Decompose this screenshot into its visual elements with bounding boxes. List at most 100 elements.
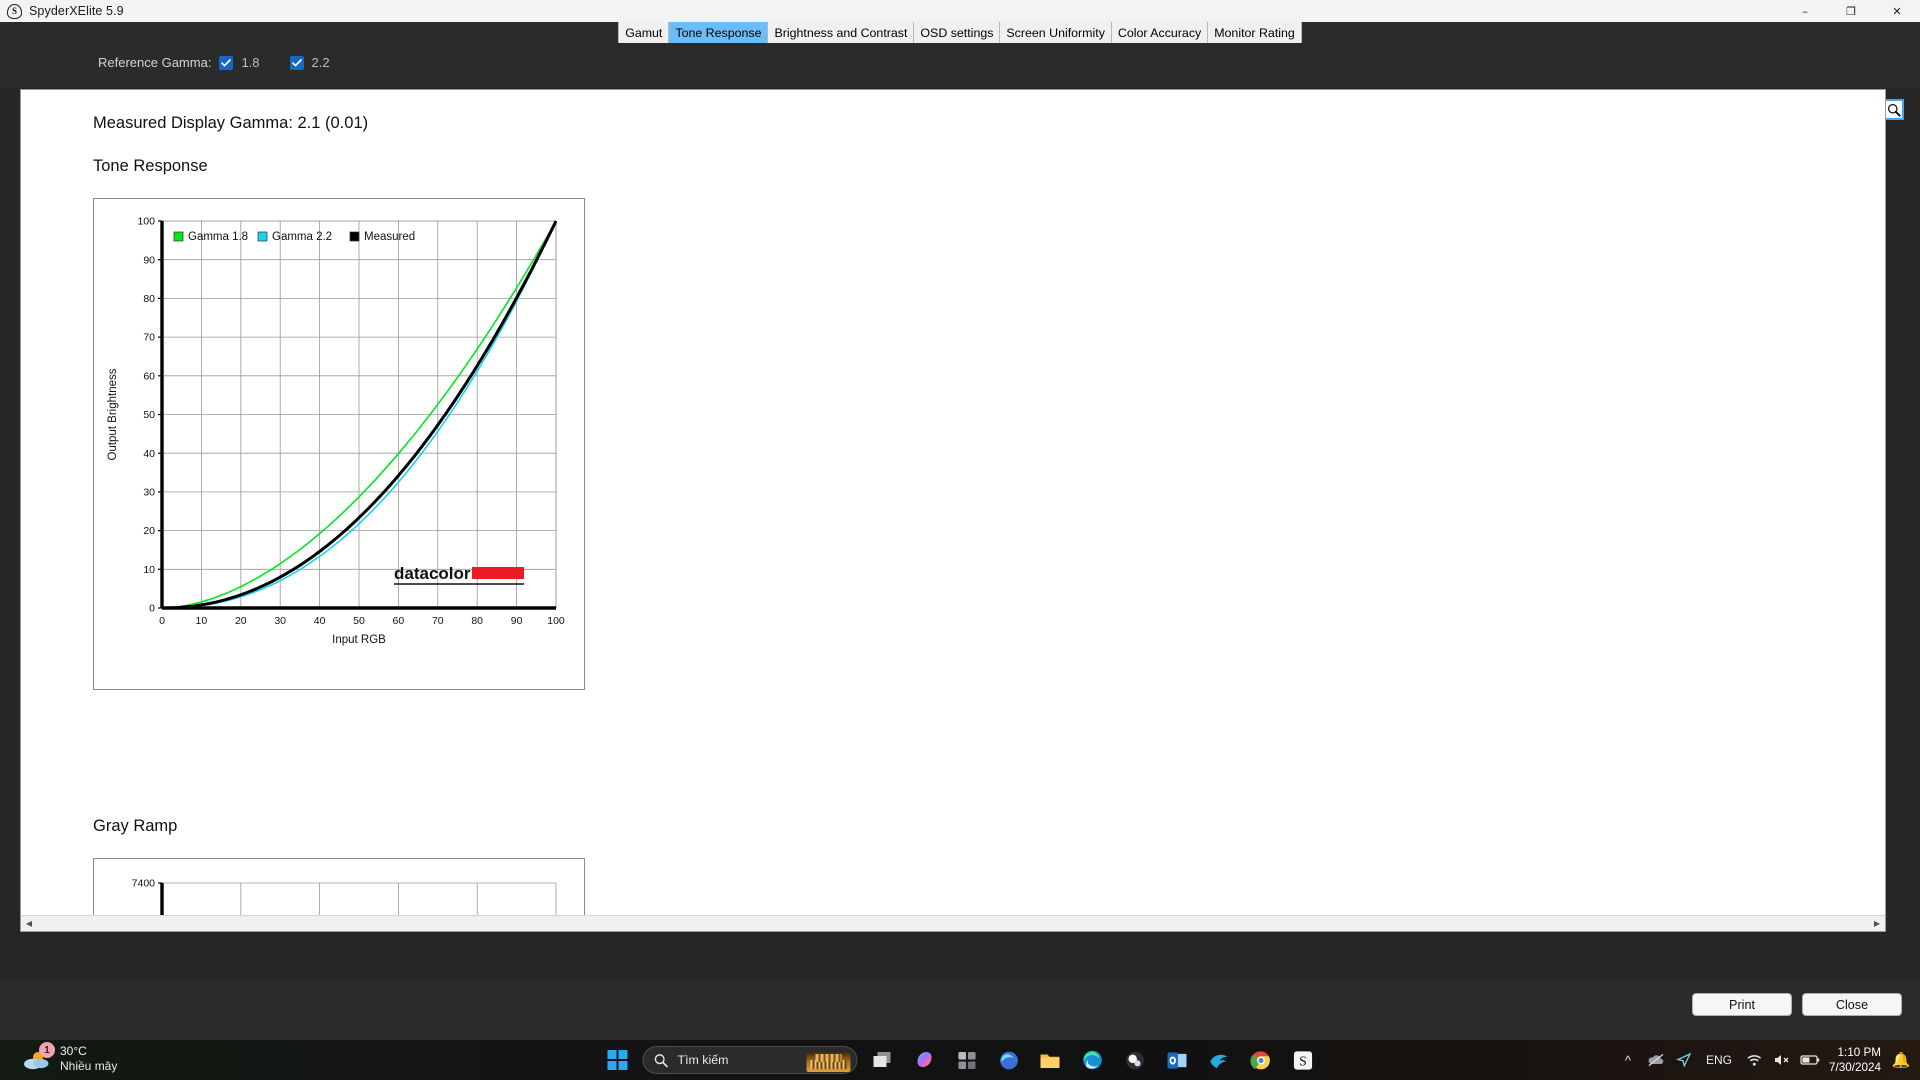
svg-text:40: 40 <box>314 615 326 627</box>
google-chrome-button[interactable] <box>1244 1043 1278 1077</box>
tab-gamut[interactable]: Gamut <box>618 22 670 43</box>
tone-response-plot: 0 10 20 30 40 50 60 70 80 90 100 0 10 20 30 40 50 60 70 80 9… <box>107 216 565 646</box>
window-title: SpyderXElite 5.9 <box>29 4 124 18</box>
volume-muted-icon[interactable] <box>1769 1040 1795 1080</box>
tone-response-heading: Tone Response <box>93 157 208 175</box>
clock[interactable]: 1:10 PM 7/30/2024 <box>1825 1045 1888 1075</box>
gamma-2.2-checkbox[interactable] <box>289 55 304 70</box>
clock-date: 7/30/2024 <box>1829 1061 1881 1074</box>
tab-tone-response[interactable]: Tone Response <box>669 22 769 43</box>
close-button[interactable]: Close <box>1802 993 1902 1016</box>
svg-text:70: 70 <box>432 615 444 627</box>
clock-time: 1:10 PM <box>1837 1046 1881 1059</box>
svg-text:90: 90 <box>511 615 523 627</box>
microsoft-edge-button[interactable] <box>1076 1043 1110 1077</box>
scroll-right-arrow[interactable]: ▶ <box>1869 916 1885 931</box>
outlook-button[interactable] <box>1160 1043 1194 1077</box>
minimize-button[interactable]: – <box>1782 0 1828 22</box>
file-explorer-icon <box>1040 1054 1060 1068</box>
tab-color-accuracy[interactable]: Color Accuracy <box>1111 22 1209 43</box>
thunderbird-button[interactable] <box>1202 1043 1236 1077</box>
scroll-left-arrow[interactable]: ◀ <box>21 916 37 931</box>
app-logo-letter: S <box>11 6 17 16</box>
app-logo-icon: S <box>7 3 22 19</box>
tone-response-chart: 0 10 20 30 40 50 60 70 80 90 100 0 10 20 30 40 50 60 70 80 9… <box>93 198 585 690</box>
edge-dev-icon <box>999 1051 1018 1069</box>
svg-text:30: 30 <box>143 487 155 499</box>
edge-dev-button[interactable] <box>992 1043 1026 1077</box>
onedrive-cloud-icon <box>1648 1053 1664 1067</box>
task-view-button[interactable] <box>866 1043 900 1077</box>
windows-taskbar: 1 30°C Nhiều mây Tìm kiếm S ^ ENG 1:10 P… <box>0 1040 1920 1080</box>
system-tray: ^ ENG 1:10 PM 7/30/2024 🔔 <box>1615 1040 1912 1080</box>
location-icon <box>1676 1052 1692 1068</box>
window-controls: – ❐ ✕ <box>1782 0 1920 22</box>
report-pane: Measured Display Gamma: 2.1 (0.01) Tone … <box>20 89 1886 932</box>
svg-text:80: 80 <box>471 615 483 627</box>
svg-text:90: 90 <box>143 254 155 266</box>
weather-badge: 1 <box>39 1042 55 1058</box>
tab-monitor-rating[interactable]: Monitor Rating <box>1208 22 1302 43</box>
start-button[interactable] <box>601 1043 635 1077</box>
check-icon <box>221 58 232 67</box>
cloud-icon: 1 <box>22 1042 55 1074</box>
search-highlight-image <box>806 1052 851 1072</box>
spyderx-button[interactable]: S <box>1286 1043 1320 1077</box>
copilot-button[interactable] <box>908 1043 942 1077</box>
search-placeholder: Tìm kiếm <box>677 1053 729 1067</box>
tab-screen-uniformity[interactable]: Screen Uniformity <box>1000 22 1112 43</box>
file-explorer-button[interactable] <box>1034 1043 1068 1077</box>
svg-text:60: 60 <box>143 370 155 382</box>
svg-text:100: 100 <box>547 615 565 627</box>
onedrive-offline-icon[interactable] <box>1643 1040 1669 1080</box>
svg-text:60: 60 <box>393 615 405 627</box>
dialog-footer: Print Close <box>0 980 1920 1040</box>
print-button[interactable]: Print <box>1692 993 1792 1016</box>
battery-icon[interactable] <box>1797 1040 1823 1080</box>
report-content: Measured Display Gamma: 2.1 (0.01) Tone … <box>21 90 1885 931</box>
widgets-button[interactable] <box>950 1043 984 1077</box>
svg-text:30: 30 <box>274 615 286 627</box>
close-window-button[interactable]: ✕ <box>1874 0 1920 22</box>
gamma-1.8-checkbox[interactable] <box>219 55 234 70</box>
outlook-icon <box>1167 1051 1186 1069</box>
chevron-up-icon[interactable]: ^ <box>1615 1040 1641 1080</box>
notification-bell-icon[interactable]: 🔔 <box>1890 1051 1912 1069</box>
weather-description: Nhiều mây <box>60 1059 118 1073</box>
svg-text:0: 0 <box>159 615 165 627</box>
gray-ramp-heading: Gray Ramp <box>93 817 178 835</box>
report-horizontal-scrollbar[interactable]: ◀ ▶ <box>21 915 1885 931</box>
svg-text:70: 70 <box>143 332 155 344</box>
svg-text:50: 50 <box>143 409 155 421</box>
measured-gamma-readout: Measured Display Gamma: 2.1 (0.01) <box>93 114 369 132</box>
location-arrow-icon[interactable] <box>1671 1040 1697 1080</box>
obs-studio-button[interactable] <box>1118 1043 1152 1077</box>
task-view-icon <box>873 1052 891 1067</box>
check-icon <box>291 58 302 67</box>
svg-text:Output Brightness: Output Brightness <box>107 368 119 460</box>
wifi-icon[interactable] <box>1741 1040 1767 1080</box>
tab-strip: Gamut Tone Response Brightness and Contras… <box>0 22 1920 43</box>
taskbar-center-group: Tìm kiếm S <box>601 1040 1320 1080</box>
tab-brightness-and-contrast[interactable]: Brightness and Contrast <box>768 22 915 43</box>
weather-temperature: 30°C <box>60 1044 87 1058</box>
google-chrome-icon <box>1250 1051 1270 1069</box>
svg-text:10: 10 <box>143 564 155 576</box>
zoom-reset-button[interactable] <box>1883 99 1904 120</box>
taskbar-search-box[interactable]: Tìm kiếm <box>642 1046 858 1074</box>
svg-text:Gamma 2.2: Gamma 2.2 <box>272 231 332 243</box>
obs-studio-icon <box>1125 1051 1144 1069</box>
weather-widget[interactable]: 1 30°C Nhiều mây <box>22 1042 117 1074</box>
magnifier-icon <box>1887 103 1901 117</box>
svg-text:7400: 7400 <box>132 878 156 890</box>
wifi-signal-icon <box>1747 1055 1761 1066</box>
tab-osd-settings[interactable]: OSD settings <box>914 22 1001 43</box>
maximize-button[interactable]: ❐ <box>1828 0 1874 22</box>
windows-logo-icon <box>607 1049 628 1071</box>
language-indicator[interactable]: ENG <box>1699 1053 1739 1067</box>
svg-text:Input RGB: Input RGB <box>332 634 386 646</box>
weather-text: 30°C Nhiều mây <box>60 1044 117 1074</box>
reference-gamma-label: Reference Gamma: <box>98 55 212 70</box>
reference-gamma-group: Reference Gamma: 1.8 2.2 <box>98 55 330 70</box>
svg-text:10: 10 <box>196 615 208 627</box>
